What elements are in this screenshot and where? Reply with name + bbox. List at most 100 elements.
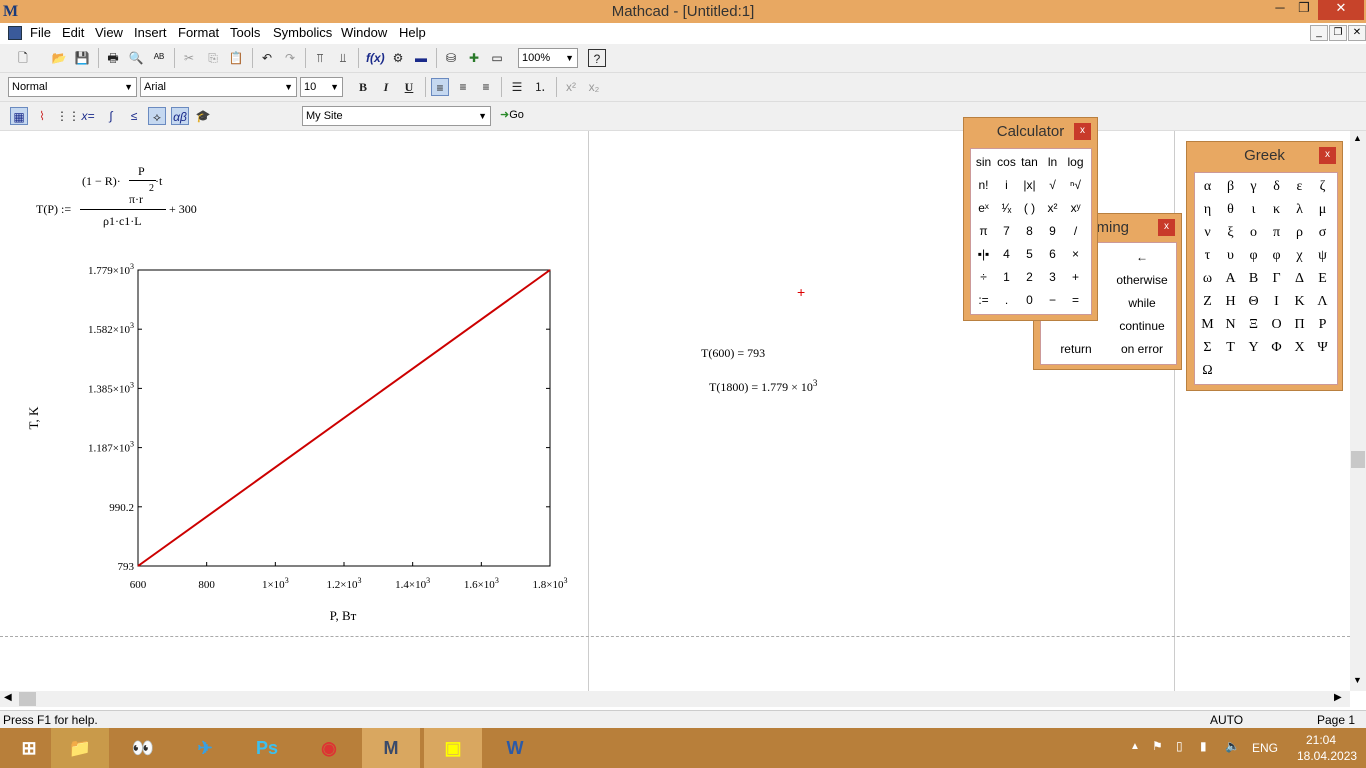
programming-operator[interactable]: ← xyxy=(1109,246,1175,269)
paste-icon[interactable]: 📋 xyxy=(227,49,245,67)
greek-letter[interactable]: β xyxy=(1219,175,1242,198)
calc-key[interactable]: − xyxy=(1041,289,1064,312)
greek-letter[interactable]: γ xyxy=(1242,175,1265,198)
scroll-up-icon[interactable]: ▲ xyxy=(1353,133,1362,143)
align-left-icon[interactable]: ≡ xyxy=(431,78,449,96)
superscript-icon[interactable]: x² xyxy=(562,78,580,96)
calc-key[interactable]: . xyxy=(995,289,1018,312)
tray-language[interactable]: ENG xyxy=(1252,741,1278,755)
bullets-icon[interactable]: ☰ xyxy=(508,78,526,96)
greek-letter[interactable]: χ xyxy=(1288,244,1311,267)
print-icon[interactable]: 🖶 xyxy=(104,49,122,67)
tray-up-icon[interactable]: ▲ xyxy=(1130,741,1140,752)
hscroll-thumb[interactable] xyxy=(19,692,36,706)
greek-letter[interactable]: κ xyxy=(1265,198,1288,221)
align-down-icon[interactable]: ⫫ xyxy=(334,49,352,67)
result-t600[interactable]: T(600) = 793 xyxy=(701,346,765,361)
restore-button[interactable]: ❐ xyxy=(1294,0,1314,20)
calculator-toolbar-icon[interactable]: ▦ xyxy=(10,107,28,125)
chrome-icon[interactable]: ◉ xyxy=(300,728,358,768)
greek-letter[interactable]: θ xyxy=(1219,198,1242,221)
greek-letter[interactable]: π xyxy=(1265,221,1288,244)
greek-letter[interactable]: Λ xyxy=(1311,290,1334,313)
calculate-icon[interactable]: ▬ xyxy=(412,49,430,67)
calc-key[interactable]: 4 xyxy=(995,243,1018,266)
calc-key[interactable]: |x| xyxy=(1018,174,1041,197)
greek-letter[interactable]: Η xyxy=(1219,290,1242,313)
calc-key[interactable]: ¹⁄ₓ xyxy=(995,197,1018,220)
greek-letter[interactable]: Ε xyxy=(1311,267,1334,290)
boolean-toolbar-icon[interactable]: ≤ xyxy=(125,107,143,125)
site-select[interactable]: My Site ▼ xyxy=(302,106,491,126)
greek-letter[interactable]: φ xyxy=(1265,244,1288,267)
greek-letter[interactable]: Π xyxy=(1288,313,1311,336)
calc-key[interactable]: 2 xyxy=(1018,266,1041,289)
undo-icon[interactable]: ↶ xyxy=(258,49,276,67)
greek-toolbar-icon[interactable]: αβ xyxy=(171,107,189,125)
component-icon[interactable]: ✚ xyxy=(465,49,483,67)
greek-letter[interactable]: Ω xyxy=(1196,359,1219,382)
greek-letter[interactable]: Γ xyxy=(1265,267,1288,290)
menu-file[interactable]: File xyxy=(30,25,51,40)
horizontal-scrollbar[interactable]: ◀ ▶ xyxy=(0,691,1350,707)
calc-key[interactable]: i xyxy=(995,174,1018,197)
menu-insert[interactable]: Insert xyxy=(134,25,167,40)
italic-button[interactable]: I xyxy=(377,78,395,96)
insert-unit-icon[interactable]: ⚙ xyxy=(389,49,407,67)
doc-minimize-button[interactable]: _ xyxy=(1310,25,1328,41)
programming-operator[interactable]: while xyxy=(1109,292,1175,315)
doc-restore-button[interactable]: ❐ xyxy=(1329,25,1347,41)
greek-letter[interactable]: Ξ xyxy=(1242,313,1265,336)
tray-flag-icon[interactable]: ⚑ xyxy=(1152,739,1163,753)
scroll-right-icon[interactable]: ▶ xyxy=(1334,692,1342,703)
greek-letter[interactable]: Θ xyxy=(1242,290,1265,313)
go-button[interactable]: ➜Go xyxy=(500,108,524,121)
greek-letter[interactable]: Τ xyxy=(1219,336,1242,359)
tray-volume-icon[interactable]: 🔈 xyxy=(1225,739,1240,753)
calc-key[interactable]: 3 xyxy=(1041,266,1064,289)
greek-letter[interactable]: Β xyxy=(1242,267,1265,290)
calc-key[interactable]: tan xyxy=(1018,151,1041,174)
greek-letter[interactable]: μ xyxy=(1311,198,1334,221)
evaluation-toolbar-icon[interactable]: x= xyxy=(79,107,97,125)
numbering-icon[interactable]: ⒈ xyxy=(531,78,549,96)
calc-key[interactable]: √ xyxy=(1041,174,1064,197)
calc-key[interactable]: log xyxy=(1064,151,1087,174)
greek-letter[interactable]: Χ xyxy=(1288,336,1311,359)
scroll-down-icon[interactable]: ▼ xyxy=(1353,675,1362,685)
greek-letter[interactable]: ξ xyxy=(1219,221,1242,244)
menu-edit[interactable]: Edit xyxy=(62,25,84,40)
matrix-toolbar-icon[interactable]: ⋮⋮ xyxy=(56,107,80,125)
greek-close-button[interactable]: x xyxy=(1319,147,1336,164)
greek-letter[interactable]: Ζ xyxy=(1196,290,1219,313)
doc-close-button[interactable]: ✕ xyxy=(1348,25,1366,41)
tray-network-icon[interactable]: ▮ xyxy=(1200,739,1207,753)
align-right-icon[interactable]: ≡ xyxy=(477,78,495,96)
start-button[interactable]: ⊞ xyxy=(0,728,58,768)
calc-key[interactable]: 6 xyxy=(1041,243,1064,266)
greek-letter[interactable]: Σ xyxy=(1196,336,1219,359)
calc-key[interactable]: 9 xyxy=(1041,220,1064,243)
cut-icon[interactable]: ✂ xyxy=(180,49,198,67)
file-explorer-icon[interactable]: 📁 xyxy=(51,728,109,768)
greek-letter[interactable]: ω xyxy=(1196,267,1219,290)
greek-letter[interactable]: ρ xyxy=(1288,221,1311,244)
copy-icon[interactable]: ⎘ xyxy=(204,49,222,67)
calc-key[interactable]: 5 xyxy=(1018,243,1041,266)
calc-key[interactable]: xʸ xyxy=(1064,197,1087,220)
spell-check-icon[interactable]: ᴬᴮ xyxy=(150,49,168,67)
close-button[interactable]: ✕ xyxy=(1318,0,1364,20)
align-top-icon[interactable]: ⫪ xyxy=(311,49,329,67)
help-icon[interactable]: ? xyxy=(588,49,606,67)
calculator-close-button[interactable]: x xyxy=(1074,123,1091,140)
greek-letter[interactable]: λ xyxy=(1288,198,1311,221)
font-size-select[interactable]: 10 ▼ xyxy=(300,77,343,97)
font-select[interactable]: Arial ▼ xyxy=(140,77,297,97)
greek-letter[interactable]: δ xyxy=(1265,175,1288,198)
menu-window[interactable]: Window xyxy=(341,25,387,40)
greek-letter[interactable]: ο xyxy=(1242,221,1265,244)
open-icon[interactable]: 📂 xyxy=(50,49,68,67)
graph-toolbar-icon[interactable]: ⌇ xyxy=(33,107,51,125)
greek-letter[interactable]: Υ xyxy=(1242,336,1265,359)
calc-key[interactable]: ( ) xyxy=(1018,197,1041,220)
